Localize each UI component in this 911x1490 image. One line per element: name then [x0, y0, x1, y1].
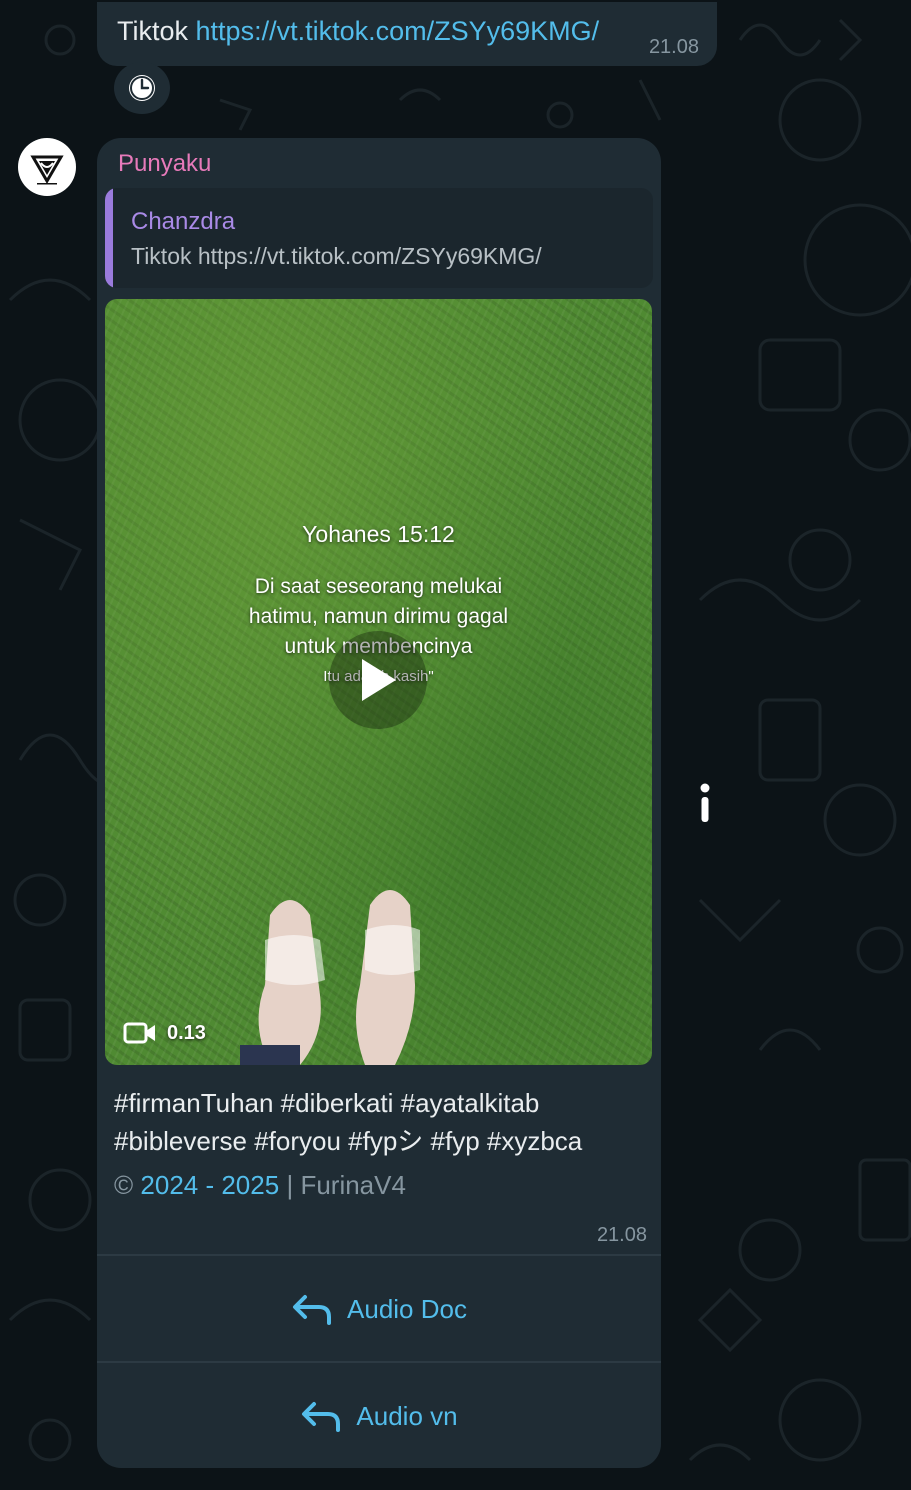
video-preview[interactable]: Yohanes 15:12 Di saat seseorang melukai …	[105, 299, 652, 1065]
message-prefix: Tiktok	[117, 16, 189, 46]
copyright-line: © 2024 - 2025 | FurinaV4	[114, 1170, 406, 1201]
quoted-sender: Chanzdra	[131, 208, 236, 235]
bot-logo-icon	[30, 155, 64, 185]
audio-doc-label: Audio Doc	[347, 1293, 467, 1324]
copyright-separator: |	[286, 1170, 294, 1200]
outgoing-message-bubble[interactable]: Tiktok https://vt.tiktok.com/ZSYy69KMG/ …	[97, 2, 717, 66]
quoted-message[interactable]: Chanzdra Tiktok https://vt.tiktok.com/ZS…	[105, 188, 653, 288]
video-overlay-line: hatimu, namun dirimu gagal	[248, 605, 509, 628]
video-overlay-title: Yohanes 15:12	[302, 521, 455, 547]
copyright-name: FurinaV4	[300, 1170, 406, 1200]
bot-avatar[interactable]	[18, 138, 76, 196]
video-overlay-line: Di saat seseorang melukai	[254, 575, 503, 598]
caption-line: #firmanTuhan #diberkati #ayatalkitab	[114, 1088, 540, 1118]
video-feet-graphic	[240, 890, 420, 1065]
message-time: 21.08	[648, 36, 699, 58]
sender-name[interactable]: Punyaku	[118, 150, 211, 178]
duration-text: 0.13	[167, 1021, 206, 1044]
quote-bar	[105, 188, 113, 288]
message-text: Tiktok https://vt.tiktok.com/ZSYy69KMG/	[117, 16, 599, 47]
copyright-symbol: ©	[114, 1170, 134, 1200]
incoming-message-card[interactable]: Punyaku Chanzdra Tiktok https://vt.tikto…	[97, 138, 661, 1468]
message-time: 21.08	[596, 1224, 647, 1246]
message-link[interactable]: https://vt.tiktok.com/ZSYy69KMG/	[196, 16, 600, 46]
info-icon[interactable]	[696, 782, 714, 824]
copyright-years[interactable]: 2024 - 2025	[140, 1170, 279, 1200]
audio-vn-label: Audio vn	[356, 1400, 458, 1431]
audio-doc-button[interactable]: Audio Doc	[97, 1256, 661, 1362]
reply-arrow-icon	[293, 1295, 332, 1325]
reply-arrow-icon	[302, 1402, 341, 1432]
play-icon	[362, 659, 396, 701]
clock-icon	[114, 62, 170, 114]
audio-vn-button[interactable]: Audio vn	[97, 1363, 661, 1468]
play-button[interactable]	[329, 631, 427, 729]
video-camera-icon	[123, 1022, 155, 1044]
caption-line: #bibleverse #foryou #fypシ #fyp #xyzbca	[114, 1126, 583, 1156]
video-duration: 0.13	[123, 1021, 206, 1045]
message-caption: #firmanTuhan #diberkati #ayatalkitab #bi…	[114, 1084, 654, 1160]
quoted-text: Tiktok https://vt.tiktok.com/ZSYy69KMG/	[131, 243, 542, 269]
